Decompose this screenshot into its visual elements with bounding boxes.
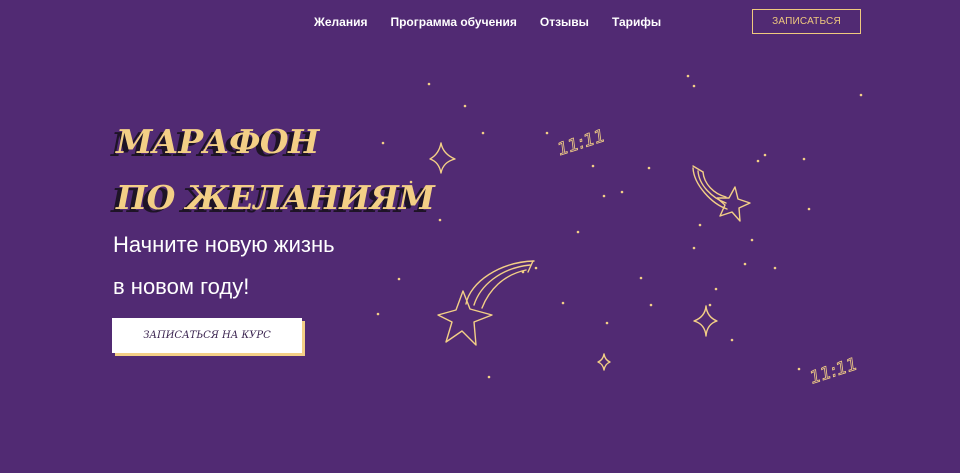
shooting-star-icon: [692, 165, 751, 222]
shooting-star-icon: [437, 260, 535, 346]
svg-text:11:11: 11:11: [555, 126, 608, 160]
numbers-1111-decor: 11:11 11:11: [555, 126, 861, 389]
sparkle-icon: [597, 353, 611, 371]
star-dots: [376, 74, 863, 379]
svg-text:11:11: 11:11: [807, 354, 860, 388]
sparkle-icon: [693, 305, 718, 337]
sparkle-icon: [429, 142, 456, 174]
night-sky-decoration: 11:11 11:11: [376, 74, 863, 389]
